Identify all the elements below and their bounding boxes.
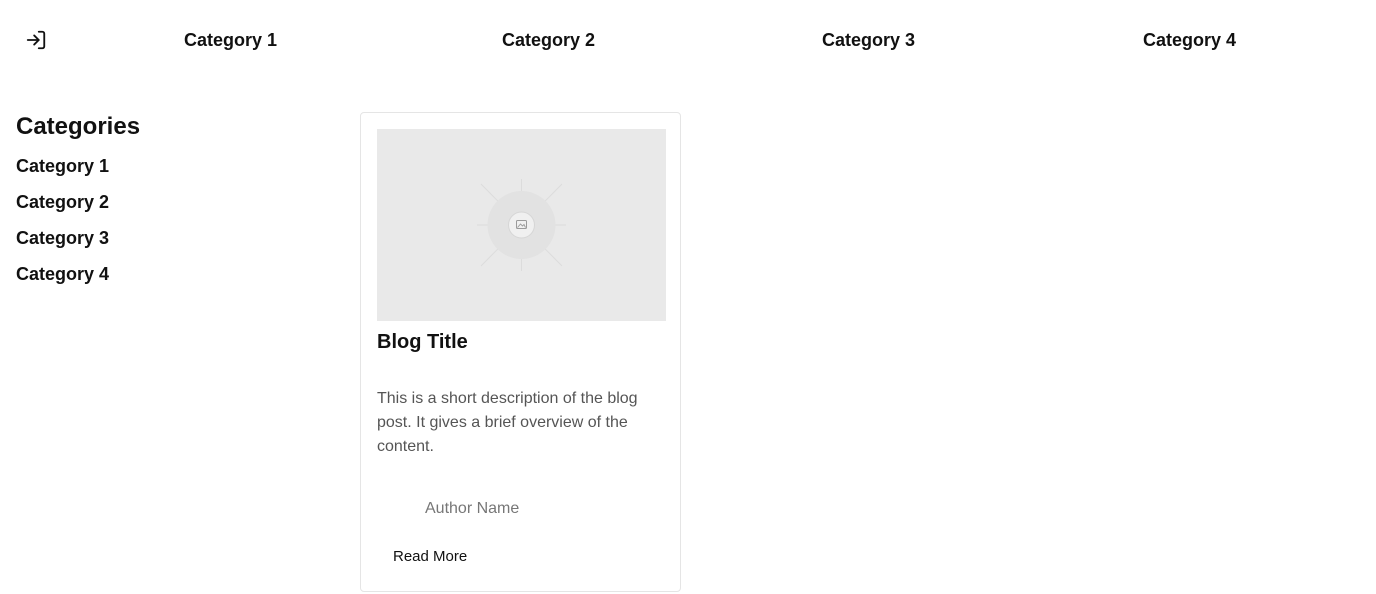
blog-card-title: Blog Title xyxy=(377,331,468,353)
nav-link-category-4[interactable]: Category 4 xyxy=(1143,28,1236,52)
sidebar-item-category-4[interactable]: Category 4 xyxy=(16,262,316,298)
top-navigation: Category 1 Category 2 Category 3 Categor… xyxy=(0,0,1376,80)
image-placeholder-icon xyxy=(477,179,566,271)
blog-card-image xyxy=(377,129,666,321)
blog-card: Blog Title This is a short description o… xyxy=(360,112,681,592)
sidebar-item-category-1[interactable]: Category 1 xyxy=(16,154,316,190)
read-more-link[interactable]: Read More xyxy=(393,547,467,567)
avatar xyxy=(377,497,401,521)
sidebar-title: Categories xyxy=(16,113,141,140)
login-icon xyxy=(26,30,46,50)
author-name: Author Name xyxy=(425,500,520,517)
category-list: Category 1 Category 2 Category 3 Categor… xyxy=(16,154,316,298)
blog-card-description: This is a short description of the blog … xyxy=(377,390,638,455)
categories-sidebar: Categories Category 1 Category 2 Categor… xyxy=(16,112,316,298)
sidebar-item-category-3[interactable]: Category 3 xyxy=(16,226,316,262)
nav-link-category-1[interactable]: Category 1 xyxy=(184,28,277,52)
login-button[interactable] xyxy=(24,28,48,52)
sidebar-item-category-2[interactable]: Category 2 xyxy=(16,190,316,226)
nav-link-category-3[interactable]: Category 3 xyxy=(822,28,915,52)
nav-link-category-2[interactable]: Category 2 xyxy=(502,28,595,52)
